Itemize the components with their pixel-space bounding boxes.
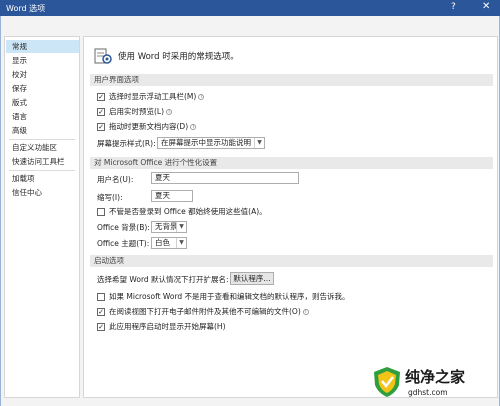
section-startup: 启动选项	[90, 255, 493, 267]
screentip-select[interactable]: 在屏幕提示中显示功能说明 ▼	[157, 137, 265, 149]
sidebar-divider	[9, 139, 75, 140]
username-input[interactable]: 夏天	[151, 172, 299, 184]
reading-view-label: 在阅读视图下打开电子邮件附件及其他不可编辑的文件(O)	[109, 307, 301, 316]
window-title: Word 选项	[6, 4, 46, 13]
sidebar-item-advanced[interactable]: 高级	[6, 124, 79, 137]
checkbox-box[interactable]: ✓	[97, 323, 105, 331]
sidebar-item-trust-center[interactable]: 信任中心	[6, 186, 79, 199]
watermark: 纯净之家 gdhst.com	[372, 364, 496, 402]
default-programs-button[interactable]: 默认程序...	[230, 272, 274, 285]
sidebar-item-display[interactable]: 显示	[6, 54, 79, 67]
mini-toolbar-label: 选择时显示浮动工具栏(M)	[109, 92, 197, 101]
initials-label: 缩写(I):	[97, 193, 123, 202]
title-bar: Word 选项 ? ✕	[0, 0, 500, 16]
chevron-down-icon: ▼	[176, 238, 186, 248]
office-background-label: Office 背景(B):	[97, 223, 150, 232]
office-theme-select[interactable]: 白色 ▼	[151, 237, 187, 249]
sidebar: 常规 显示 校对 保存 版式 语言 高级 自定义功能区 快速访问工具栏 加载项 …	[4, 36, 80, 398]
checkbox-box[interactable]	[97, 293, 105, 301]
sidebar-item-add-ins[interactable]: 加载项	[6, 172, 79, 185]
watermark-brand: 纯净之家	[405, 368, 466, 386]
update-drag-label: 拖动时更新文档内容(D)	[109, 122, 189, 131]
chevron-down-icon: ▼	[254, 138, 264, 148]
sidebar-item-proofing[interactable]: 校对	[6, 68, 79, 81]
office-background-value: 无背景	[155, 222, 178, 231]
office-background-select[interactable]: 无背景 ▼	[151, 221, 187, 233]
options-panel: 使用 Word 时采用的常规选项。 用户界面选项 ✓ 选择时显示浮动工具栏(M)…	[83, 36, 498, 398]
office-theme-value: 白色	[155, 238, 170, 247]
dialog-body: 常规 显示 校对 保存 版式 语言 高级 自定义功能区 快速访问工具栏 加载项 …	[0, 16, 500, 406]
sidebar-item-language[interactable]: 语言	[6, 110, 79, 123]
options-general-icon	[94, 48, 112, 64]
sidebar-item-quick-access-toolbar[interactable]: 快速访问工具栏	[6, 155, 79, 168]
screentip-value: 在屏幕提示中显示功能说明	[161, 138, 251, 147]
initials-input[interactable]: 夏天	[151, 190, 193, 202]
notify-default-label: 如果 Microsoft Word 不是用于查看和编辑文档的默认程序，则告诉我。	[109, 292, 350, 301]
sidebar-item-layout[interactable]: 版式	[6, 96, 79, 109]
watermark-domain: gdhst.com	[408, 388, 448, 397]
close-button[interactable]: ✕	[482, 1, 490, 12]
office-theme-label: Office 主题(T):	[97, 239, 150, 248]
sidebar-item-customize-ribbon[interactable]: 自定义功能区	[6, 141, 79, 154]
sidebar-item-save[interactable]: 保存	[6, 82, 79, 95]
always-use-label: 不管是否登录到 Office 都始终使用这些值(A)。	[109, 207, 267, 216]
chevron-down-icon: ▼	[176, 222, 186, 232]
info-icon: i	[190, 124, 197, 130]
checkbox-box[interactable]: ✓	[97, 108, 105, 116]
live-preview-label: 启用实时预览(L)	[109, 107, 165, 116]
info-icon: i	[166, 109, 173, 115]
checkbox-box[interactable]: ✓	[97, 93, 105, 101]
sidebar-item-general[interactable]: 常规	[6, 40, 79, 53]
extensions-label: 选择希望 Word 默认情况下打开扩展名:	[97, 275, 229, 284]
screentip-label: 屏幕提示样式(R):	[97, 139, 156, 148]
page-title: 使用 Word 时采用的常规选项。	[118, 52, 239, 62]
info-icon: i	[302, 309, 309, 315]
section-personalize: 对 Microsoft Office 进行个性化设置	[90, 157, 493, 169]
checkbox-box[interactable]: ✓	[97, 308, 105, 316]
username-label: 用户名(U):	[97, 175, 134, 184]
section-ui-options: 用户界面选项	[90, 74, 493, 86]
shield-icon	[374, 367, 400, 397]
info-icon: i	[198, 94, 205, 100]
checkbox-box[interactable]	[97, 208, 105, 216]
help-button[interactable]: ?	[451, 2, 456, 12]
start-screen-label: 此应用程序启动时显示开始屏幕(H)	[109, 322, 226, 331]
checkbox-box[interactable]: ✓	[97, 123, 105, 131]
sidebar-divider	[9, 170, 75, 171]
